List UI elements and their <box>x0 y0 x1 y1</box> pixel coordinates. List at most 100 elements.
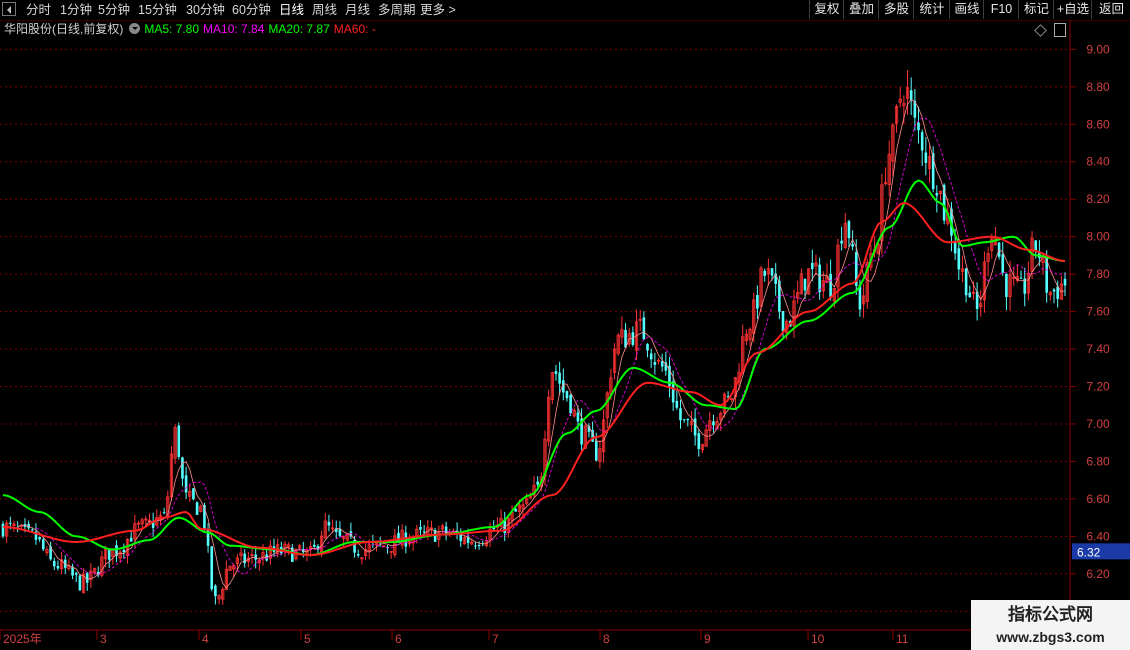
candle-down <box>653 362 657 365</box>
candle-down <box>184 475 188 493</box>
candle-down <box>679 408 682 421</box>
watermark-title: 指标公式网 <box>1008 605 1093 624</box>
y-tick-label: 7.60 <box>1086 305 1110 319</box>
y-tick-label: 8.20 <box>1086 192 1110 206</box>
candle-down <box>957 248 961 270</box>
candle-down <box>693 418 697 436</box>
candle-down <box>576 412 580 422</box>
candle-down <box>1 523 5 537</box>
candle-down <box>770 268 774 276</box>
watermark-url: www.zbgs3.com <box>996 629 1105 645</box>
candle-down <box>1001 254 1005 273</box>
candle-down <box>1005 273 1008 298</box>
x-tick-label: 9 <box>704 632 711 646</box>
candle-down <box>565 391 569 399</box>
ma10-line <box>35 117 1066 575</box>
candle-down <box>30 529 34 531</box>
candle-down <box>649 353 653 360</box>
y-tick-label: 8.40 <box>1086 155 1110 169</box>
candle-down <box>52 560 56 567</box>
candle-down <box>917 122 920 131</box>
candle-down <box>327 521 331 526</box>
x-tick-label: 4 <box>202 632 209 646</box>
candle-down <box>107 549 111 560</box>
ma60-line <box>2 201 1066 557</box>
y-tick-label: 7.00 <box>1086 417 1110 431</box>
candle-down <box>356 554 360 556</box>
x-tick-label: 7 <box>492 632 499 646</box>
candle-down <box>338 528 342 536</box>
candle-down <box>214 585 217 597</box>
candle-down <box>968 292 972 298</box>
candle-down <box>756 295 759 309</box>
candle-down <box>964 268 968 296</box>
x-tick-label: 10 <box>811 632 825 646</box>
y-tick-label: 8.60 <box>1086 117 1110 131</box>
x-tick-label: 11 <box>896 632 909 646</box>
candle-down <box>74 572 78 575</box>
candle-down <box>177 425 181 457</box>
y-tick-label: 7.80 <box>1086 267 1110 281</box>
candle-down <box>920 132 924 151</box>
x-tick-label: 6 <box>395 632 402 646</box>
candle-down <box>129 537 133 542</box>
candle-down <box>642 317 646 340</box>
y-tick-label: 6.20 <box>1086 567 1110 581</box>
y-tick-label: 8.00 <box>1086 230 1110 244</box>
y-tick-label: 7.40 <box>1086 342 1110 356</box>
y-tick-label: 7.20 <box>1086 380 1110 394</box>
candle-down <box>192 488 195 500</box>
candle-down <box>682 419 686 421</box>
candle-down <box>38 536 41 540</box>
candle-down <box>1019 277 1023 279</box>
candle-down <box>78 575 82 591</box>
candle-down <box>554 371 558 374</box>
candle-down <box>646 343 649 351</box>
candle-down <box>85 573 89 583</box>
watermark: 指标公式网 www.zbgs3.com <box>971 600 1130 650</box>
candle-down <box>811 262 814 269</box>
candle-down <box>419 526 422 530</box>
candle-down <box>1023 278 1027 294</box>
candle-down <box>1063 278 1067 286</box>
candle-down <box>181 457 184 479</box>
candle-down <box>829 273 832 298</box>
candle-down <box>840 240 843 244</box>
candle-down <box>851 244 854 247</box>
candle-down <box>953 241 957 254</box>
candle-down <box>1034 240 1038 251</box>
x-tick-label: 3 <box>100 632 107 646</box>
price-marker-label: 6.32 <box>1077 545 1101 559</box>
candle-down <box>558 372 561 384</box>
candle-down <box>254 554 257 560</box>
candle-down <box>847 221 851 239</box>
x-tick-label: 2025年 <box>3 632 42 646</box>
candle-down <box>924 152 928 163</box>
candle-down <box>474 545 477 547</box>
candle-down <box>9 522 12 524</box>
candle-down <box>935 193 939 196</box>
candle-down <box>763 270 767 276</box>
candle-down <box>41 539 45 550</box>
candle-down <box>818 264 821 293</box>
candle-down <box>1052 289 1056 292</box>
y-tick-label: 9.00 <box>1086 42 1110 56</box>
candlestick-chart[interactable]: 9.00 8.80 8.60 8.40 8.20 8.00 7.80 7.60 7.40 7.20… <box>0 0 1130 650</box>
candle-down <box>675 400 679 408</box>
candle-down <box>803 278 807 291</box>
candle-down <box>477 544 481 546</box>
candle-down <box>594 440 598 461</box>
y-tick-label: 8.80 <box>1086 80 1110 94</box>
x-tick-label: 5 <box>304 632 311 646</box>
x-tick-label: 8 <box>603 632 610 646</box>
candle-down <box>697 433 701 450</box>
candle-down <box>312 544 316 547</box>
candle-down <box>514 509 517 512</box>
y-tick-label: 6.40 <box>1086 529 1110 543</box>
candle-down <box>712 421 715 426</box>
candle-down <box>210 546 214 590</box>
y-tick-label: 6.60 <box>1086 492 1110 506</box>
candle-down <box>195 502 199 515</box>
candle-down <box>686 418 690 421</box>
candle-down <box>781 311 785 332</box>
